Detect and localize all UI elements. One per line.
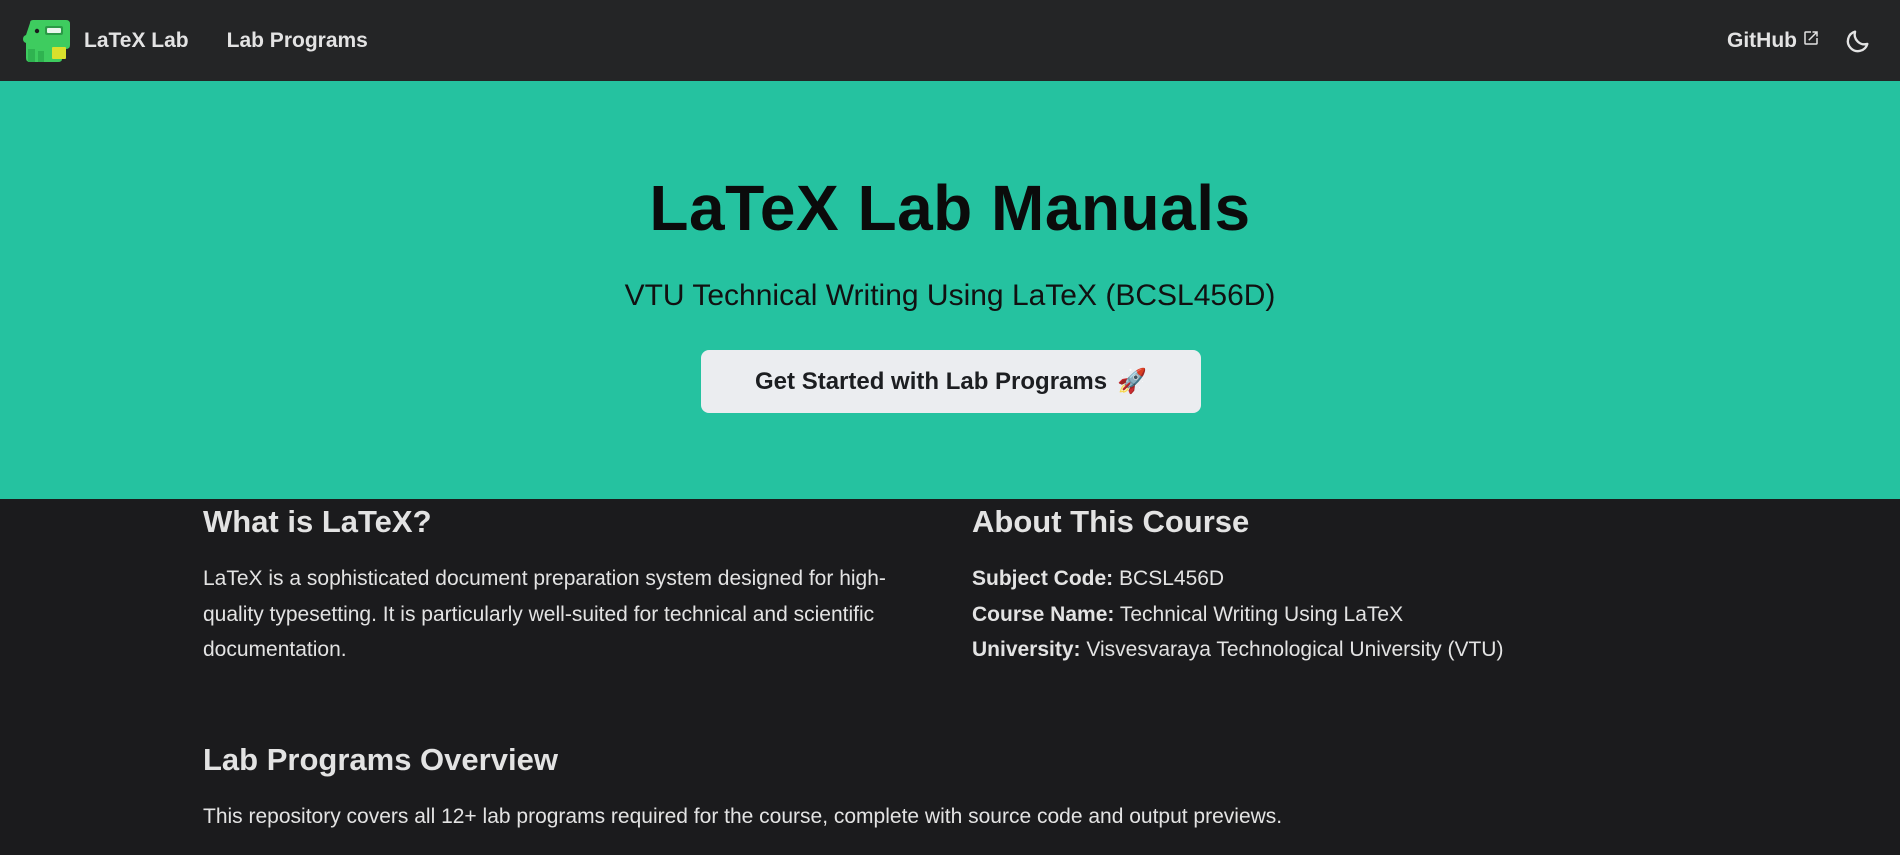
rocket-icon: 🚀 <box>1117 368 1147 395</box>
info-label: Subject Code: <box>972 567 1114 590</box>
what-is-latex-heading: What is LaTeX? <box>203 504 432 539</box>
external-link-icon <box>1804 30 1818 45</box>
info-value: BCSL456D <box>1119 567 1225 590</box>
get-started-label: Get Started with Lab Programs <box>755 367 1108 395</box>
info-course-name: Course Name: Technical Writing Using LaT… <box>972 597 1692 633</box>
brand-title: LaTeX Lab <box>84 28 189 52</box>
what-is-latex-section: What is LaTeX? LaTeX is a sophisticated … <box>203 499 923 668</box>
github-label: GitHub <box>1727 28 1797 52</box>
dinosaur-logo-icon <box>23 19 70 62</box>
get-started-button[interactable]: Get Started with Lab Programs 🚀 <box>701 350 1201 413</box>
hero-subtitle: VTU Technical Writing Using LaTeX (BCSL4… <box>624 279 1276 312</box>
lab-programs-overview-text: This repository covers all 12+ lab progr… <box>203 805 1283 828</box>
info-label: Course Name: <box>972 602 1115 626</box>
what-is-latex-text: LaTeX is a sophisticated document prepar… <box>203 567 886 661</box>
nav-link-lab-programs[interactable]: Lab Programs <box>227 29 368 53</box>
lab-programs-overview-heading: Lab Programs Overview <box>203 742 558 777</box>
navbar: LaTeX Lab Lab Programs GitHub <box>0 0 1900 81</box>
navbar-right: GitHub <box>1727 21 1878 61</box>
hero-title: LaTeX Lab Manuals <box>649 172 1251 244</box>
info-label: University: <box>972 638 1081 661</box>
info-value: Technical Writing Using LaTeX <box>1119 602 1404 626</box>
info-subject-code: Subject Code: BCSL456D <box>972 561 1692 597</box>
theme-toggle-button[interactable] <box>1838 21 1878 61</box>
info-university: University: Visvesvaraya Technological U… <box>972 632 1692 668</box>
hero-banner: LaTeX Lab Manuals VTU Technical Writing … <box>0 81 1900 499</box>
main-content: What is LaTeX? LaTeX is a sophisticated … <box>0 499 1900 855</box>
github-link[interactable]: GitHub <box>1727 29 1820 53</box>
about-course-heading: About This Course <box>972 504 1250 539</box>
course-info-list: Subject Code: BCSL456D Course Name: Tech… <box>972 561 1692 668</box>
brand-link[interactable]: LaTeX Lab <box>22 19 189 63</box>
about-course-section: About This Course Subject Code: BCSL456D… <box>972 499 1692 668</box>
lab-programs-overview-section: Lab Programs Overview This repository co… <box>203 737 1703 835</box>
info-value: Visvesvaraya Technological University (V… <box>1086 638 1504 661</box>
moon-icon <box>1846 30 1869 52</box>
